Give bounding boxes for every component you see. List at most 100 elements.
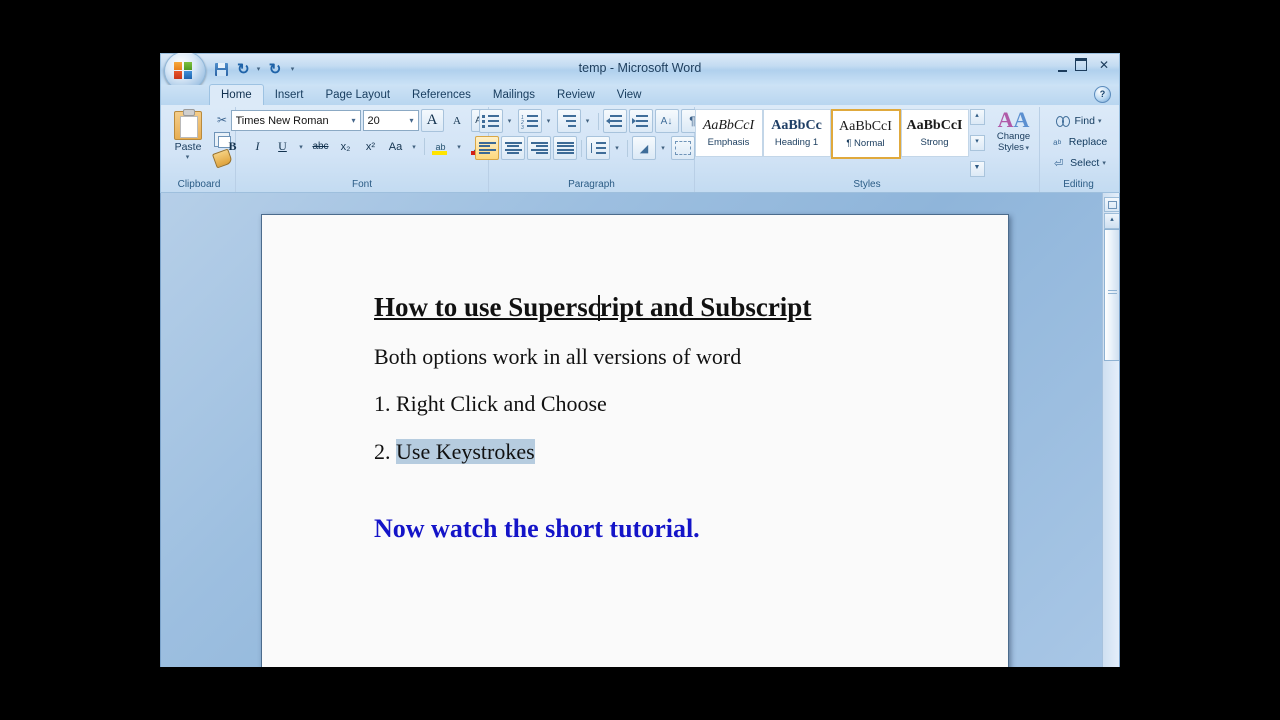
change-case-button[interactable]: Aa	[384, 135, 407, 158]
letterbox-right	[1120, 0, 1280, 720]
line-spacing-icon	[590, 141, 607, 155]
styles-more-button[interactable]: ▼	[969, 161, 985, 177]
align-left-icon	[478, 141, 496, 155]
highlight-dropdown[interactable]: ▾	[454, 135, 465, 158]
style-heading-1[interactable]: AaBbCс Heading 1	[762, 109, 831, 157]
strikethrough-button[interactable]: abc	[309, 135, 332, 158]
group-label-font: Font	[351, 179, 372, 190]
style-preview: AaBbCcI	[906, 118, 963, 133]
replace-button[interactable]: ab Replace	[1047, 133, 1111, 152]
style-strong[interactable]: AaBbCcI Strong	[900, 109, 969, 157]
change-styles-icon: AA	[997, 107, 1030, 132]
paste-caret-icon: ▾	[185, 154, 190, 161]
style-emphasis[interactable]: AaBbCcI Emphasis	[694, 109, 763, 157]
ribbon-tabs: Home Insert Page Layout References Maili…	[160, 84, 1120, 105]
style-normal[interactable]: AaBbCcI ¶ Normal	[830, 109, 901, 159]
underline-dropdown[interactable]: ▾	[296, 135, 307, 158]
binoculars-icon	[1056, 114, 1071, 128]
sort-button[interactable]: A↓	[654, 109, 679, 133]
letterbox-top	[0, 0, 1280, 53]
paste-button[interactable]: Paste ▾	[166, 109, 210, 161]
numbering-dropdown[interactable]: ▾	[544, 109, 555, 133]
shading-button[interactable]: ◢	[632, 136, 656, 160]
ribbon-group-styles: AaBbCcI Emphasis AaBbCс Heading 1 AaBbCc…	[694, 107, 1040, 192]
style-preview: AaBbCcI	[702, 118, 755, 133]
change-case-dropdown[interactable]: ▾	[409, 135, 420, 158]
letterbox-left	[0, 0, 160, 720]
styles-scroll-down-button[interactable]: ▾	[969, 135, 985, 151]
font-name-combo[interactable]: Times New Roman ▾	[230, 110, 361, 131]
group-label-styles: Styles	[853, 179, 881, 190]
bold-button[interactable]: B	[221, 135, 244, 158]
chevron-down-icon: ▾	[507, 118, 512, 125]
chevron-down-icon: ▾	[1097, 118, 1102, 125]
window-title: temp - Microsoft Word	[578, 61, 702, 75]
document-paragraph: Both options work in all versions of wor…	[374, 344, 742, 370]
align-left-button[interactable]	[475, 136, 499, 160]
bullets-button[interactable]	[478, 109, 503, 133]
close-button[interactable]: ✕	[1095, 57, 1113, 72]
underline-button[interactable]: U	[271, 135, 294, 158]
italic-button[interactable]: I	[246, 135, 269, 158]
change-styles-button[interactable]: AA Change Styles ▾	[988, 109, 1040, 177]
change-styles-text: Styles	[997, 142, 1024, 153]
group-label-paragraph: Paragraph	[568, 179, 615, 190]
shrink-font-button[interactable]: A	[446, 109, 469, 132]
subscript-button[interactable]: x₂	[334, 135, 357, 158]
minimize-button[interactable]	[1058, 62, 1067, 72]
shading-dropdown[interactable]: ▾	[658, 136, 669, 160]
vertical-scrollbar[interactable]: ▴	[1102, 193, 1119, 667]
ribbon-group-paragraph: ▾ 123 ▾ ▾ A↓ ¶ ▾ ◢ ▾ Paragraph	[475, 107, 705, 192]
tab-page-layout[interactable]: Page Layout	[314, 85, 401, 105]
grow-font-button[interactable]: A	[420, 109, 444, 132]
ribbon-group-editing: Find ▾ ab Replace ⏎ Select ▾ Editing	[1040, 107, 1117, 192]
decrease-indent-icon	[606, 114, 623, 128]
align-center-button[interactable]	[501, 136, 525, 160]
list-text-selected[interactable]: Use Keystrokes	[396, 438, 535, 464]
multilevel-list-button[interactable]	[556, 109, 581, 133]
justify-button[interactable]	[553, 136, 577, 160]
chevron-down-icon: ▾	[1025, 145, 1030, 152]
scroll-up-button[interactable]: ▴	[1104, 213, 1119, 229]
chevron-down-icon: ▾	[615, 145, 619, 152]
font-size-value: 20	[367, 114, 380, 127]
increase-indent-button[interactable]	[628, 109, 653, 133]
tab-review[interactable]: Review	[546, 85, 606, 105]
style-preview: AaBbCс	[771, 118, 822, 133]
font-size-combo[interactable]: 20 ▾	[362, 110, 419, 131]
help-icon[interactable]: ?	[1094, 86, 1111, 103]
decrease-indent-button[interactable]	[602, 109, 627, 133]
font-name-value: Times New Roman	[235, 114, 329, 127]
tab-home[interactable]: Home	[209, 84, 264, 105]
letterbox-bottom	[0, 667, 1280, 720]
maximize-button[interactable]	[1075, 58, 1087, 71]
chevron-down-icon: ▾	[412, 143, 416, 151]
borders-button[interactable]	[671, 136, 695, 160]
align-right-button[interactable]	[527, 136, 551, 160]
list-number: 2.	[374, 438, 391, 464]
scrollbar-grip	[1108, 290, 1117, 296]
bullet-list-icon	[482, 114, 499, 128]
document-page[interactable]: How to use Superscript and Subscript Bot…	[261, 214, 1009, 667]
increase-indent-icon	[632, 114, 649, 128]
divider	[581, 139, 582, 157]
document-closing-line: Now watch the short tutorial.	[374, 513, 700, 543]
window-controls: ✕	[1058, 57, 1113, 72]
tab-references[interactable]: References	[401, 85, 482, 105]
highlight-color-button[interactable]: ab	[429, 135, 452, 158]
scrollbar-thumb[interactable]	[1104, 229, 1119, 361]
select-button[interactable]: ⏎ Select ▾	[1048, 154, 1109, 173]
line-spacing-dropdown[interactable]: ▾	[612, 136, 623, 160]
numbering-button[interactable]: 123	[517, 109, 542, 133]
superscript-button[interactable]: x²	[359, 135, 382, 158]
tab-insert[interactable]: Insert	[264, 85, 315, 105]
line-spacing-button[interactable]	[586, 136, 610, 160]
multilevel-dropdown[interactable]: ▾	[583, 109, 594, 133]
tab-view[interactable]: View	[606, 85, 653, 105]
bullets-dropdown[interactable]: ▾	[505, 109, 516, 133]
tab-mailings[interactable]: Mailings	[482, 85, 546, 105]
select-browse-object-icon[interactable]	[1104, 197, 1119, 212]
styles-scroll-up-button[interactable]: ▴	[969, 109, 985, 125]
style-preview: AaBbCcI	[839, 119, 892, 134]
find-button[interactable]: Find ▾	[1053, 112, 1105, 131]
